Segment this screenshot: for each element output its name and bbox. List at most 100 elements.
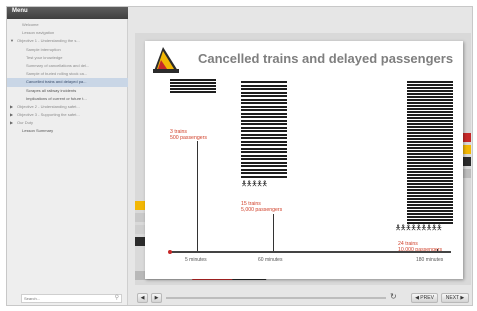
- menu-item[interactable]: Sample of buried rolling stock ca...: [7, 70, 128, 78]
- train-bar: [407, 201, 453, 203]
- train-bar: [407, 132, 453, 134]
- train-bar: [407, 156, 453, 158]
- menu-item-label: Sample interruption: [26, 46, 61, 52]
- caret-right-icon[interactable]: ▶: [10, 111, 17, 119]
- train-bar: [407, 189, 453, 191]
- menu-item[interactable]: ▶ Objective 2 - Understanding safet...: [7, 103, 128, 111]
- prev-button[interactable]: ◀ PREV: [411, 293, 438, 303]
- train-bar: [170, 88, 216, 90]
- passenger-icons-group-3: 🯅🯅🯅🯅🯅🯅🯅🯅🯅: [395, 225, 442, 232]
- timeline-start-dot: [168, 250, 172, 254]
- menu-tab[interactable]: Menu: [7, 7, 128, 19]
- player-frame: Menu Welcome Lesson navigation ▼ Objective …: [6, 6, 473, 306]
- train-bar: [241, 165, 287, 167]
- group-2-passengers: 5,000 passengers: [241, 207, 283, 213]
- train-bar: [407, 174, 453, 176]
- train-bar: [407, 195, 453, 197]
- train-bar: [241, 172, 287, 174]
- menu-item-label: Cancelled trains and delayed pa...: [26, 79, 87, 85]
- train-bar: [407, 126, 453, 128]
- replay-icon[interactable]: ↻: [390, 292, 397, 301]
- next-button[interactable]: NEXT ▶: [441, 293, 469, 303]
- caret-right-icon[interactable]: ▶: [10, 119, 17, 127]
- group-1-caption: 3 trains 500 passengers: [170, 129, 207, 141]
- play-button[interactable]: ▶: [151, 293, 162, 303]
- train-bar: [241, 130, 287, 132]
- train-bar: [407, 135, 453, 137]
- train-bar: [407, 162, 453, 164]
- search-box[interactable]: ⚲: [21, 294, 122, 303]
- train-bar: [407, 120, 453, 122]
- train-bar: [407, 102, 453, 104]
- train-bar: [170, 79, 216, 81]
- train-bar: [170, 91, 216, 93]
- menu-item[interactable]: Lesson navigation: [7, 29, 128, 37]
- menu-item[interactable]: ▶ Our Duty: [7, 119, 128, 127]
- seek-bar[interactable]: [166, 297, 386, 299]
- menu-item-label: Lesson Summary: [22, 128, 54, 134]
- search-icon[interactable]: ⚲: [115, 294, 119, 301]
- search-input[interactable]: [24, 295, 110, 302]
- train-bar: [407, 114, 453, 116]
- menu-item[interactable]: Lesson Summary: [7, 127, 128, 135]
- train-bar: [241, 123, 287, 125]
- train-bar: [241, 161, 287, 164]
- train-bar: [407, 216, 453, 218]
- menu-tab-label: Menu: [12, 8, 28, 14]
- train-bar: [407, 108, 453, 110]
- menu-item[interactable]: ▶ Objective 3 - Supporting the safet...: [7, 111, 128, 119]
- rail-warning-logo-icon: [153, 47, 179, 73]
- caret-right-icon[interactable]: ▶: [10, 103, 17, 111]
- train-bar: [407, 87, 453, 89]
- train-bar: [241, 81, 287, 83]
- menu-item[interactable]: ▼ Objective 1 - Understanding the s...: [7, 37, 128, 45]
- train-bar: [407, 150, 453, 152]
- train-bar: [407, 210, 453, 212]
- menu-item-label: Implications of current or future t...: [26, 95, 87, 101]
- menu-item-label: Our Duty: [17, 120, 34, 126]
- rewind-button[interactable]: ◀: [137, 293, 148, 303]
- train-bar: [241, 116, 287, 118]
- menu-item[interactable]: Implications of current or future t...: [7, 95, 128, 103]
- train-bar: [407, 105, 453, 107]
- menu-item-label: Objective 3 - Supporting the safet...: [17, 112, 80, 118]
- menu-item[interactable]: Test your knowledge: [7, 54, 128, 62]
- slide-title: Cancelled trains and delayed passengers: [198, 51, 454, 66]
- menu-item[interactable]: Sample interruption: [7, 46, 128, 54]
- train-bar: [407, 168, 453, 170]
- train-bar: [241, 102, 287, 104]
- train-bar: [241, 147, 287, 150]
- menu-item-label: Scrapes all railway incidents: [26, 87, 77, 93]
- menu-item[interactable]: Cancelled trains and delayed pa...: [7, 78, 128, 87]
- train-bar: [241, 168, 287, 171]
- train-bar: [407, 171, 453, 173]
- menu-item-label: Welcome: [22, 22, 39, 27]
- train-bar: [407, 186, 453, 188]
- train-bar: [241, 158, 287, 160]
- menu-item[interactable]: Summary of cancellations and del...: [7, 62, 128, 70]
- train-bar: [407, 177, 453, 179]
- menu-item[interactable]: Scrapes all railway incidents: [7, 87, 128, 95]
- train-bar: [407, 219, 453, 221]
- train-bar: [407, 198, 453, 200]
- menu-item-label: Summary of cancellations and del...: [26, 62, 90, 68]
- train-bar: [241, 144, 287, 146]
- train-bar: [241, 98, 287, 101]
- menu-item-label: Sample of buried rolling stock ca...: [26, 71, 88, 77]
- axis-label-180: 180 minutes: [416, 257, 444, 263]
- caret-down-icon[interactable]: ▼: [10, 37, 17, 45]
- train-bar: [407, 90, 453, 92]
- slide-stage: Cancelled trains and delayed passengers …: [135, 33, 471, 285]
- train-bar: [407, 123, 453, 125]
- train-bar: [407, 93, 453, 95]
- train-bar: [241, 119, 287, 122]
- train-bar: [241, 95, 287, 97]
- train-bar: [241, 140, 287, 143]
- train-bar: [407, 183, 453, 185]
- train-bar: [407, 180, 453, 182]
- train-bar: [407, 141, 453, 143]
- menu-item-label: Lesson navigation: [22, 30, 55, 36]
- train-bar: [407, 138, 453, 140]
- axis-label-60: 60 minutes: [258, 257, 283, 263]
- menu-item[interactable]: Welcome: [7, 21, 128, 29]
